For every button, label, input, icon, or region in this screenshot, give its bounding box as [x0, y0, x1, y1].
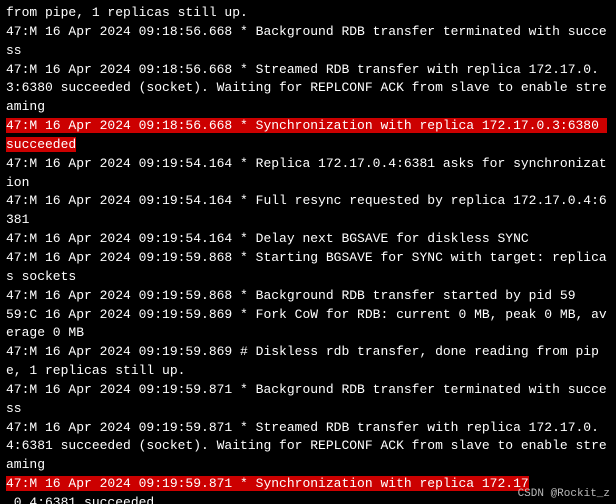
terminal-window: from pipe, 1 replicas still up.47:M 16 A… [0, 0, 616, 504]
log-line: 47:M 16 Apr 2024 09:18:56.668 * Streamed… [6, 61, 610, 118]
log-line: 47:M 16 Apr 2024 09:19:59.871 * Streamed… [6, 419, 610, 476]
log-line: 47:M 16 Apr 2024 09:19:59.868 * Starting… [6, 249, 610, 287]
log-output: from pipe, 1 replicas still up.47:M 16 A… [6, 4, 610, 504]
log-line: 47:M 16 Apr 2024 09:19:59.868 * Backgrou… [6, 287, 610, 306]
log-line: 47:M 16 Apr 2024 09:19:54.164 * Full res… [6, 192, 610, 230]
log-line: from pipe, 1 replicas still up. [6, 4, 610, 23]
log-line: 47:M 16 Apr 2024 09:19:59.871 * Backgrou… [6, 381, 610, 419]
log-line: 47:M 16 Apr 2024 09:19:59.869 # Diskless… [6, 343, 610, 381]
log-line: 47:M 16 Apr 2024 09:18:56.668 * Backgrou… [6, 23, 610, 61]
log-line: 47:M 16 Apr 2024 09:19:54.164 * Delay ne… [6, 230, 610, 249]
watermark: CSDN @Rockit_z [518, 488, 610, 500]
log-line: 47:M 16 Apr 2024 09:19:54.164 * Replica … [6, 155, 610, 193]
log-line: 47:M 16 Apr 2024 09:18:56.668 * Synchron… [6, 117, 610, 155]
log-line: 59:C 16 Apr 2024 09:19:59.869 * Fork CoW… [6, 306, 610, 344]
